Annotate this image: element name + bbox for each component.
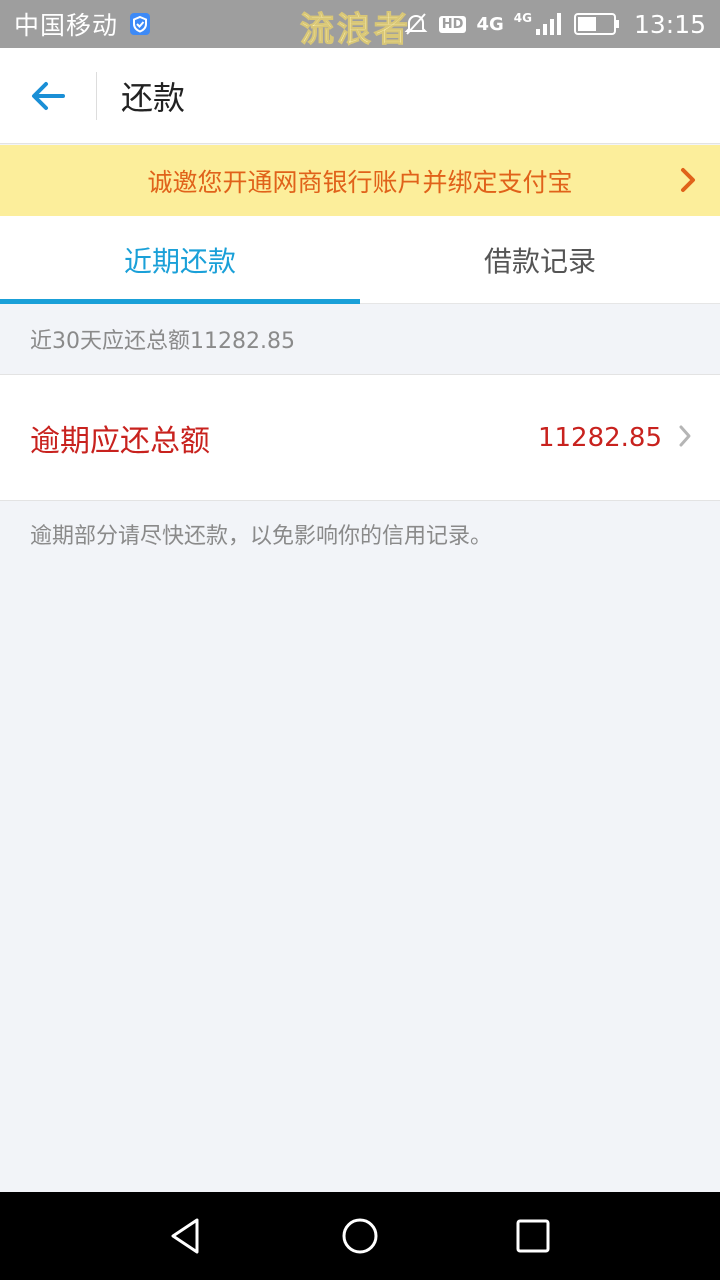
app-bar: 还款 — [0, 48, 720, 144]
status-time: 13:15 — [633, 9, 706, 39]
watermark-text: 流浪者 — [300, 10, 411, 51]
banner-text: 诚邀您开通网商银行账户并绑定支付宝 — [147, 167, 573, 197]
status-bar: 中国移动 流浪者 HD 4G 4G 13:15 — [0, 0, 720, 51]
status-right: HD 4G 4G 13:15 — [403, 10, 706, 39]
nav-back-button[interactable] — [147, 1196, 227, 1276]
carrier-name: 中国移动 — [14, 11, 119, 40]
hd-badge: HD — [438, 15, 467, 33]
chevron-right-icon — [678, 424, 692, 452]
circle-home-icon — [342, 1218, 378, 1254]
overdue-row[interactable]: 逾期应还总额 11282.85 — [0, 375, 720, 501]
nav-home-button[interactable] — [320, 1196, 400, 1276]
status-left: 中国移动 — [14, 6, 152, 42]
signal-icon: 4G — [514, 11, 564, 37]
overdue-note: 逾期部分请尽快还款，以免影响你的信用记录。 — [30, 524, 493, 549]
overdue-right: 11282.85 — [538, 423, 692, 453]
back-arrow-icon — [32, 81, 65, 110]
battery-icon — [573, 11, 620, 37]
promo-banner[interactable]: 诚邀您开通网商银行账户并绑定支付宝 — [0, 145, 720, 216]
back-button[interactable] — [0, 48, 96, 144]
summary-text: 近30天应还总额11282.85 — [0, 304, 720, 375]
network-type-label: 4G — [476, 13, 504, 35]
app-bar-divider — [96, 71, 97, 120]
overdue-label: 逾期应还总额 — [30, 423, 210, 459]
chevron-right-icon — [680, 167, 696, 197]
shield-icon — [128, 12, 152, 36]
overdue-amount: 11282.85 — [537, 422, 662, 453]
page-title: 还款 — [121, 78, 186, 117]
nav-recents-button[interactable] — [493, 1196, 573, 1276]
tab-recent-repayment[interactable]: 近期还款 — [0, 216, 360, 304]
network-secondary-label: 4G — [513, 11, 532, 25]
triangle-back-icon — [171, 1218, 199, 1254]
square-recents-icon — [516, 1219, 550, 1253]
tab-loan-records[interactable]: 借款记录 — [360, 216, 720, 303]
system-nav-bar — [0, 1192, 720, 1280]
tab-bar: 近期还款 借款记录 — [0, 216, 720, 304]
